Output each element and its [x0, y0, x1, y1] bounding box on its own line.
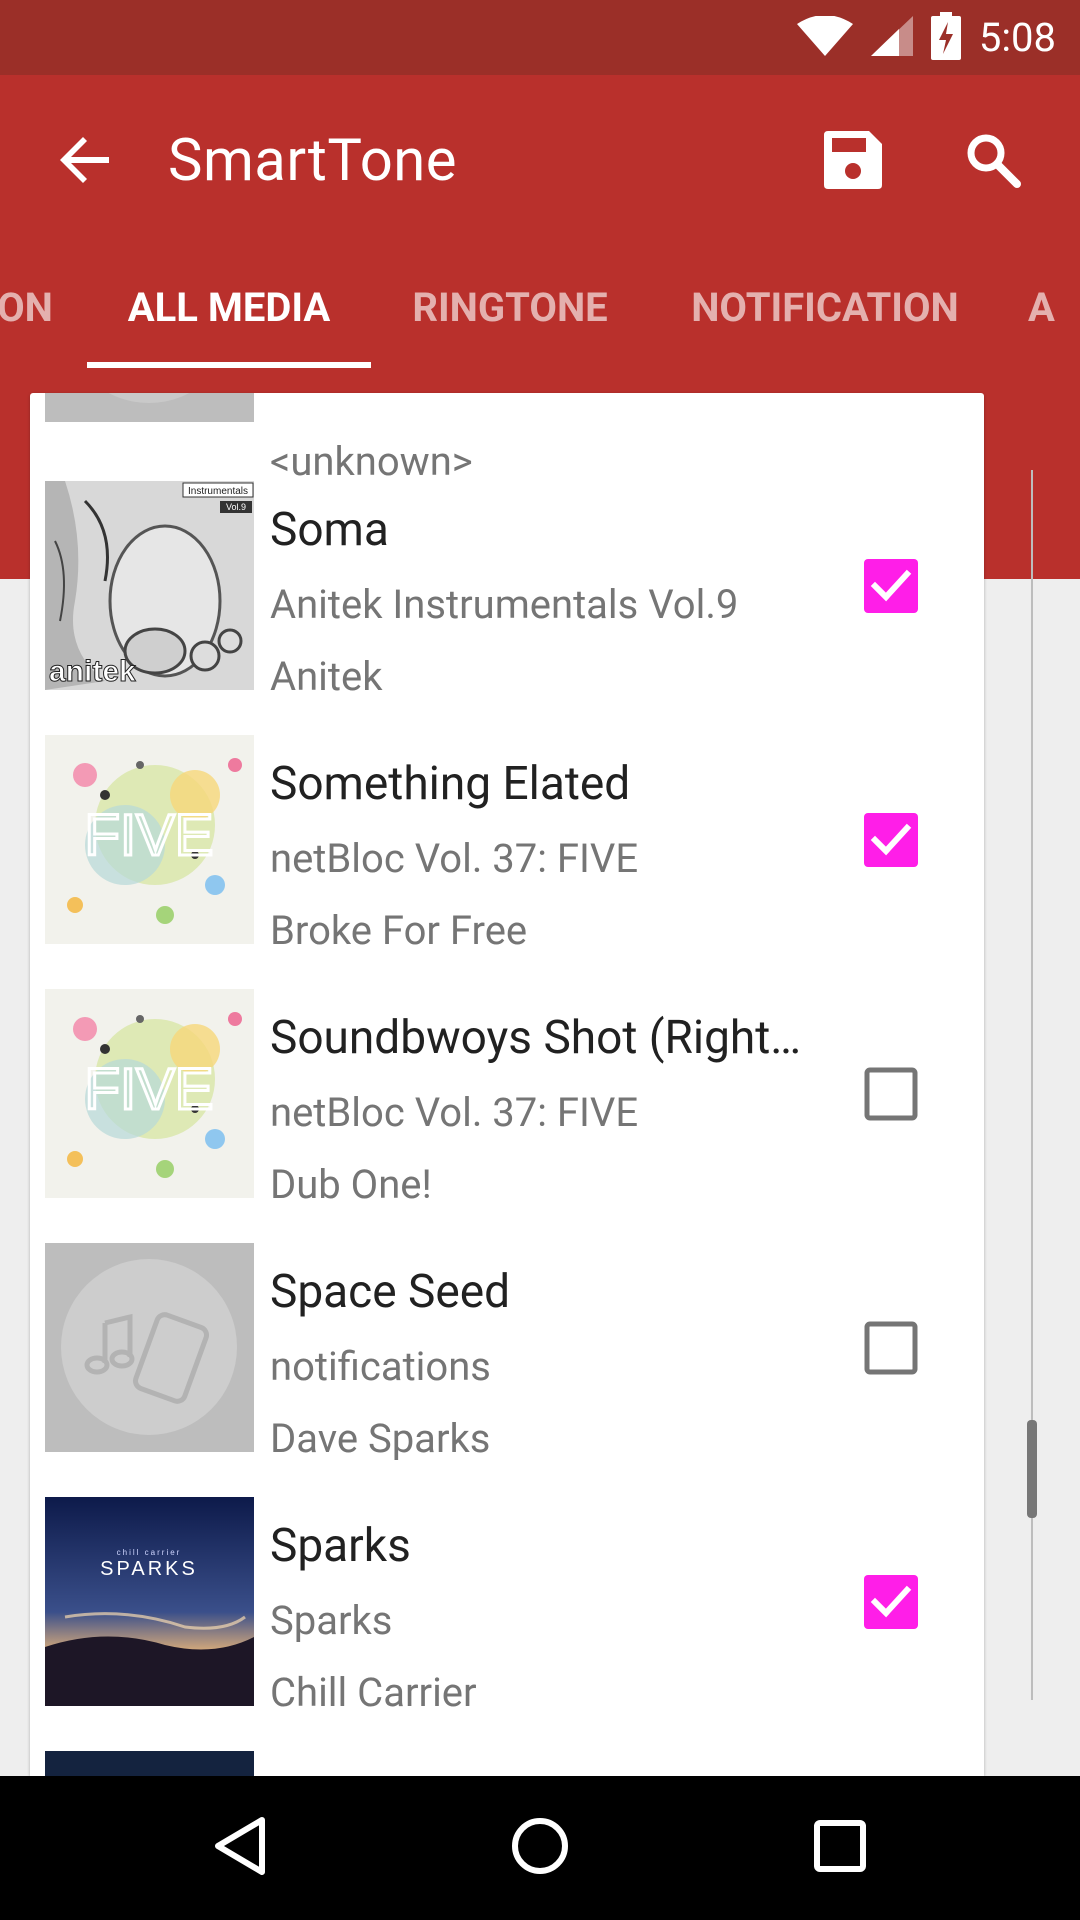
- select-checkbox[interactable]: [864, 1575, 918, 1629]
- circle-home-icon: [510, 1816, 570, 1880]
- song-title: Soundbwoys Shot (Right…: [270, 1011, 802, 1065]
- nav-home-button[interactable]: [490, 1798, 590, 1898]
- media-list-card: <unknown> Instrumentals Vol.9 anitek Som…: [30, 393, 984, 1776]
- tab-notification[interactable]: NOTIFICATION: [670, 245, 980, 370]
- album-art-subtext: chill carrier: [117, 1548, 182, 1557]
- arrow-back-icon: [59, 136, 111, 188]
- song-album: netBloc Vol. 37: FIVE: [270, 835, 639, 882]
- tab-partial-right[interactable]: A: [1028, 245, 1078, 370]
- song-title: Sparks: [270, 1519, 411, 1573]
- album-art-badge-2: Vol.9: [226, 502, 246, 512]
- album-art-text: FIVE: [85, 1057, 214, 1122]
- select-checkbox[interactable]: [864, 1067, 918, 1121]
- song-album: Anitek Instrumentals Vol.9: [270, 581, 739, 628]
- album-art-text: anitek: [49, 655, 136, 688]
- list-item-partial[interactable]: <unknown>: [30, 393, 984, 485]
- triangle-back-icon: [212, 1816, 268, 1880]
- status-bar: 5:08: [0, 0, 1080, 75]
- list-item-partial[interactable]: [30, 1751, 984, 1776]
- default-music-icon: [45, 393, 254, 422]
- song-artist: Dave Sparks: [270, 1415, 491, 1462]
- song-artist: Dub One!: [270, 1161, 432, 1208]
- song-title: Soma: [270, 503, 389, 557]
- search-button[interactable]: [958, 127, 1028, 197]
- song-artist: Chill Carrier: [270, 1669, 477, 1716]
- back-button[interactable]: [50, 127, 120, 197]
- tab-bar: ON ALL MEDIA RINGTONE NOTIFICATION A: [0, 245, 1080, 370]
- cell-signal-icon: [870, 15, 913, 60]
- song-artist: Anitek: [270, 653, 383, 700]
- album-art-sparks: chill carrier SPARKS: [45, 1497, 254, 1706]
- status-icons: 5:08: [796, 0, 1056, 75]
- list-item-subtitle: <unknown>: [270, 438, 473, 485]
- default-music-icon: [45, 1243, 254, 1452]
- status-time: 5:08: [978, 14, 1056, 61]
- album-art-anitek: Instrumentals Vol.9 anitek: [45, 481, 254, 690]
- album-art-text: SPARKS: [100, 1558, 198, 1580]
- album-art-netbloc: FIVE: [45, 735, 254, 944]
- save-button[interactable]: [818, 127, 888, 197]
- nav-recents-button[interactable]: [790, 1798, 890, 1898]
- album-art-text: FIVE: [85, 803, 214, 868]
- list-item[interactable]: FIVE Something Elated netBloc Vol. 37: F…: [30, 735, 984, 989]
- tab-ringtone[interactable]: RINGTONE: [385, 245, 635, 370]
- song-album: notifications: [270, 1343, 491, 1390]
- select-checkbox[interactable]: [864, 559, 918, 613]
- song-album: Sparks: [270, 1597, 393, 1644]
- select-checkbox[interactable]: [864, 813, 918, 867]
- album-art-badge-1: Instrumentals: [188, 486, 248, 497]
- page-title: SmartTone: [168, 127, 458, 195]
- list-item[interactable]: Space Seed notifications Dave Sparks: [30, 1243, 984, 1497]
- album-art-partial: [45, 1751, 254, 1776]
- song-artist: Broke For Free: [270, 907, 528, 954]
- song-title: Space Seed: [270, 1265, 511, 1319]
- search-icon: [965, 132, 1021, 192]
- song-album: netBloc Vol. 37: FIVE: [270, 1089, 639, 1136]
- list-item[interactable]: FIVE Soundbwoys Shot (Right… netBloc Vol…: [30, 989, 984, 1243]
- square-recents-icon: [812, 1818, 868, 1878]
- scrollbar-thumb[interactable]: [1027, 1420, 1037, 1518]
- navigation-bar: [0, 1776, 1080, 1920]
- save-icon: [824, 131, 882, 193]
- album-art-netbloc: FIVE: [45, 989, 254, 1198]
- tab-partial-left[interactable]: ON: [0, 245, 60, 370]
- tab-all-media[interactable]: ALL MEDIA: [87, 245, 371, 370]
- toolbar: SmartTone: [0, 75, 1080, 245]
- select-checkbox[interactable]: [864, 1321, 918, 1375]
- nav-back-button[interactable]: [190, 1798, 290, 1898]
- list-item[interactable]: chill carrier SPARKS Sparks Sparks Chill…: [30, 1497, 984, 1751]
- tab-indicator: [87, 362, 371, 368]
- song-title: Something Elated: [270, 757, 631, 811]
- wifi-icon: [796, 14, 853, 60]
- list-item[interactable]: Instrumentals Vol.9 anitek Soma Anitek I…: [30, 481, 984, 735]
- battery-charging-icon: [930, 11, 961, 64]
